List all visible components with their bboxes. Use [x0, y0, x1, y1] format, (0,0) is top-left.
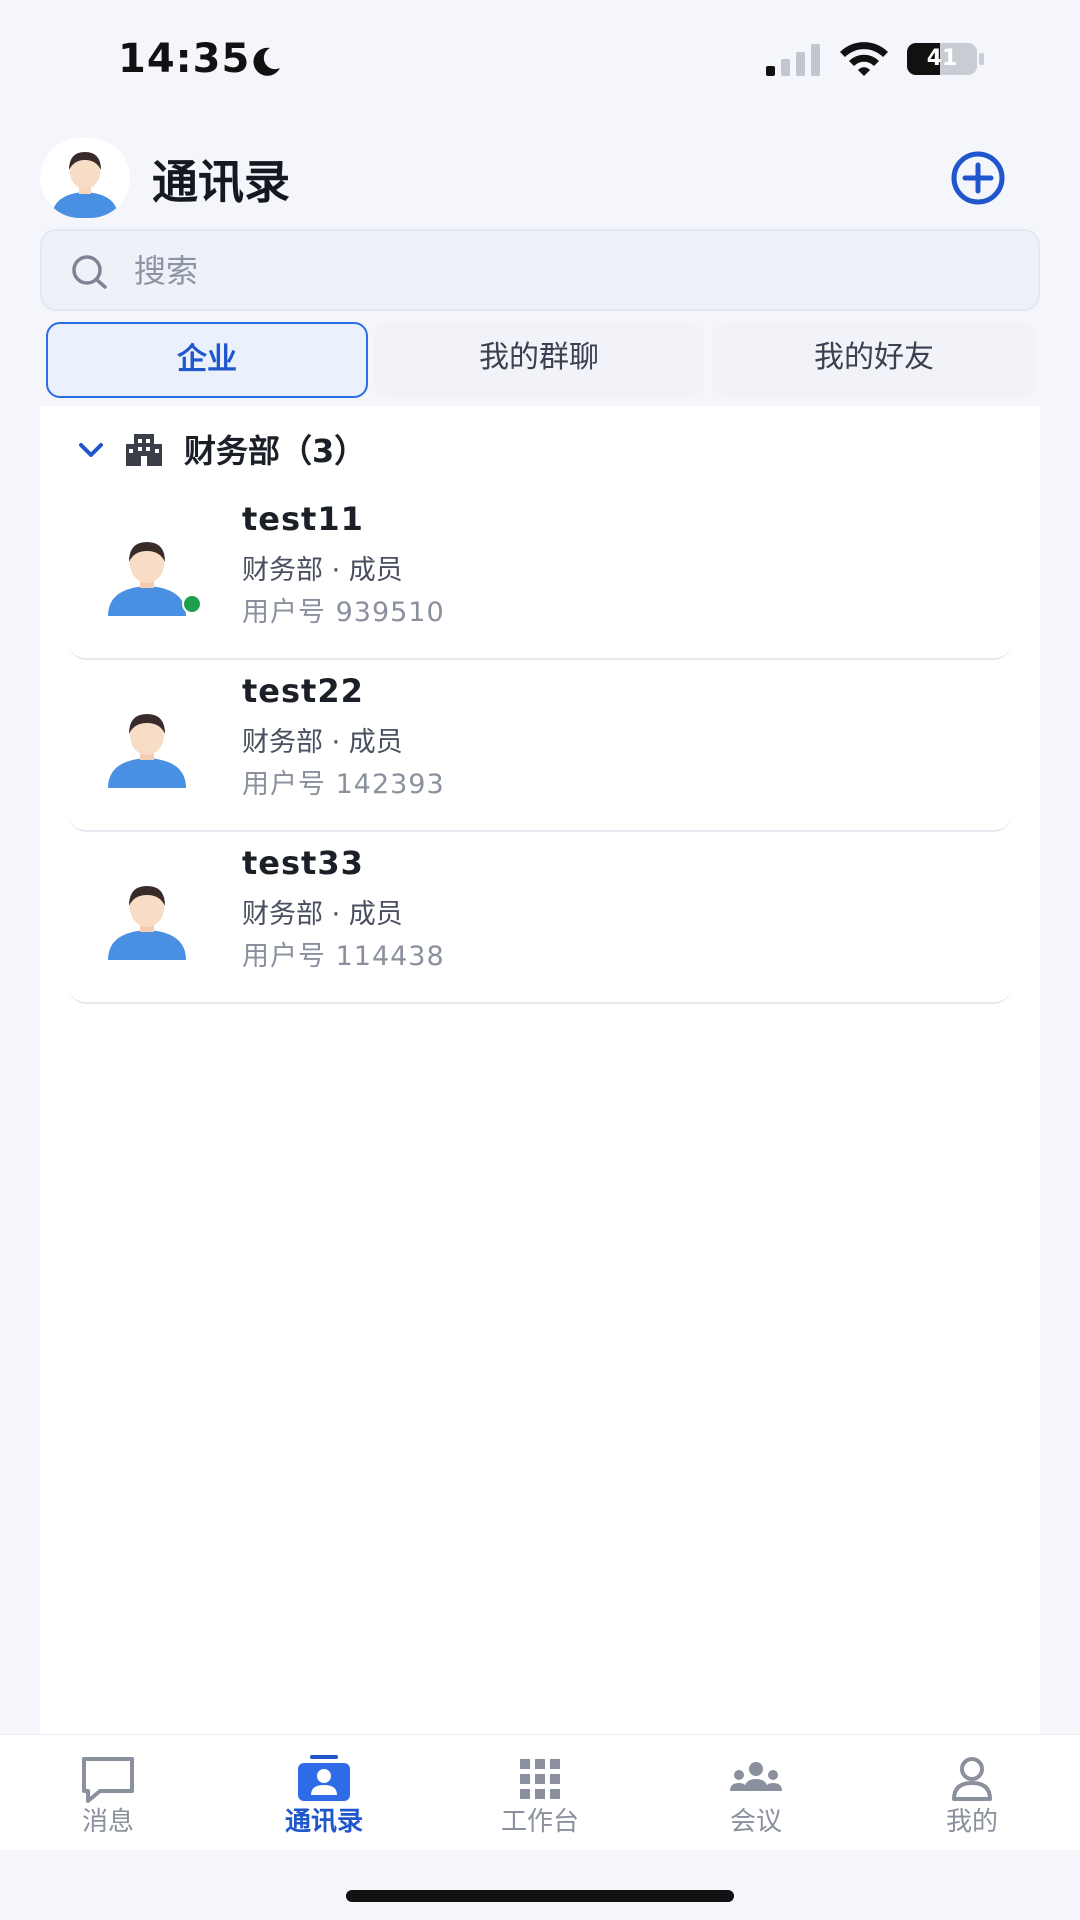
building-icon: [126, 434, 162, 466]
battery-level: 41: [926, 46, 958, 71]
grid-icon: [520, 1759, 560, 1799]
department-group-header[interactable]: 财务部（3）: [76, 420, 976, 480]
nav-item-contacts[interactable]: 通讯录: [216, 1735, 432, 1851]
contact-user-id: 用户号 939510: [242, 597, 445, 628]
contacts-icon: [298, 1755, 350, 1801]
nav-label: 会议: [729, 1807, 782, 1837]
my-avatar[interactable]: [40, 138, 130, 218]
add-button[interactable]: [950, 150, 1006, 206]
search-input[interactable]: [134, 245, 994, 297]
contact-row[interactable]: test22 财务部 · 成员 用户号 142393: [68, 662, 1012, 832]
tab-my-groups[interactable]: 我的群聊: [374, 322, 704, 398]
contact-list-panel: 财务部（3） test11 财务部 · 成员 用户号 939510 test22…: [40, 406, 1040, 1736]
cellular-signal-icon: [766, 44, 820, 76]
department-label: 财务部（3）: [184, 432, 367, 470]
bottom-navigation: 消息 通讯录 工作台 会议 我的: [0, 1734, 1080, 1850]
contact-name: test11: [242, 500, 364, 538]
contact-department: 财务部 · 成员: [242, 899, 403, 930]
contact-user-id: 用户号 142393: [242, 769, 445, 800]
contact-tabs: 企业 我的群聊 我的好友: [40, 322, 1040, 398]
search-icon: [72, 255, 107, 289]
contact-avatar: [108, 714, 186, 788]
page-title: 通讯录: [152, 155, 290, 209]
message-icon: [82, 1757, 134, 1803]
contact-department: 财务部 · 成员: [242, 727, 403, 758]
status-bar: 14:35 41: [0, 0, 1080, 110]
contact-name: test33: [242, 844, 364, 882]
contact-avatar: [108, 886, 186, 960]
page-header: 通讯录: [0, 130, 1080, 230]
contact-name: test22: [242, 672, 364, 710]
tab-my-friends[interactable]: 我的好友: [712, 322, 1036, 398]
meeting-icon: [730, 1762, 782, 1791]
nav-item-workbench[interactable]: 工作台: [432, 1735, 648, 1851]
nav-label: 通讯录: [284, 1807, 363, 1837]
search-box[interactable]: [40, 229, 1040, 311]
online-status-indicator: [182, 594, 202, 614]
contact-row[interactable]: test11 财务部 · 成员 用户号 939510: [68, 490, 1012, 660]
nav-item-meetings[interactable]: 会议: [648, 1735, 864, 1851]
contact-department: 财务部 · 成员: [242, 555, 403, 586]
nav-item-me[interactable]: 我的: [864, 1735, 1080, 1851]
moon-icon: [253, 47, 280, 76]
wifi-icon: [840, 42, 888, 76]
nav-label: 我的: [945, 1807, 998, 1837]
home-indicator[interactable]: [346, 1890, 734, 1902]
nav-item-messages[interactable]: 消息: [0, 1735, 216, 1851]
status-time: 14:35: [118, 36, 251, 82]
profile-icon: [952, 1757, 992, 1801]
contact-row[interactable]: test33 财务部 · 成员 用户号 114438: [68, 834, 1012, 1004]
nav-label: 工作台: [500, 1807, 579, 1837]
chevron-down-icon[interactable]: [76, 440, 106, 462]
contacts-screen: 14:35 41 通讯录 搜索 企业 我的群聊 我的好友 财务部（3） test…: [0, 0, 1080, 1920]
contact-avatar: [108, 542, 186, 616]
avatar-person-icon: [52, 152, 118, 218]
contact-user-id: 用户号 114438: [242, 941, 445, 972]
tab-enterprise[interactable]: 企业: [46, 322, 368, 398]
nav-label: 消息: [81, 1807, 134, 1837]
